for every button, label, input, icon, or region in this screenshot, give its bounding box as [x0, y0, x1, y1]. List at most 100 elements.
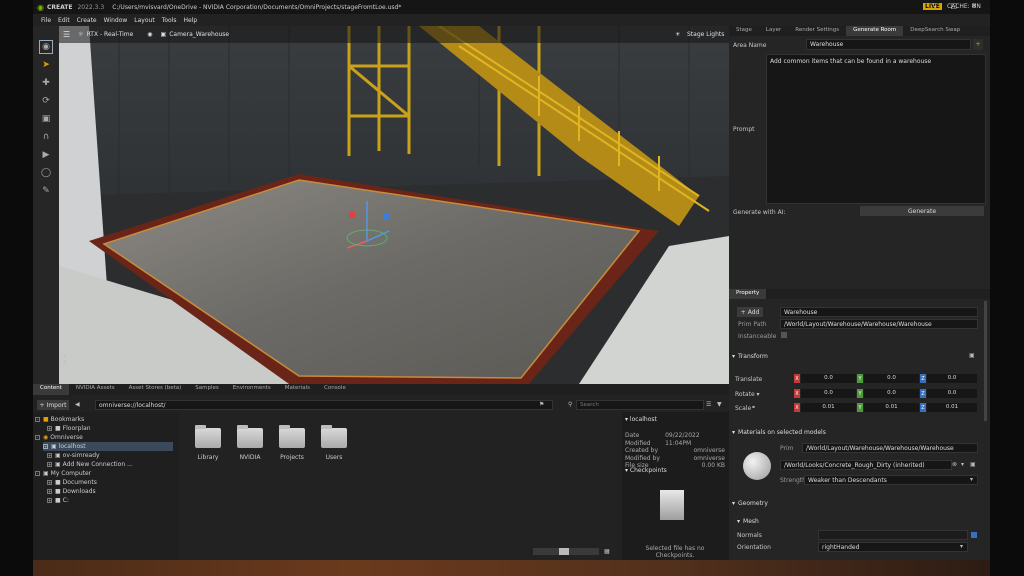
rotate-x-field[interactable]: 0.0 [801, 389, 856, 398]
expand-icon[interactable]: + [47, 480, 52, 485]
area-name-input[interactable]: Warehouse [806, 39, 971, 50]
folder-nvidia[interactable]: NVIDIA [235, 425, 265, 461]
expand-icon[interactable]: - [35, 417, 40, 422]
material-edit-icon[interactable]: ▣ [970, 461, 976, 468]
search-input[interactable] [576, 400, 704, 410]
menu-icon[interactable]: ☰ [63, 30, 70, 39]
prompt-textarea[interactable]: Add common items that can be found in a … [766, 54, 986, 204]
tree-item-documents[interactable]: + ■ Documents [47, 478, 97, 487]
menu-layout[interactable]: Layout [134, 17, 154, 24]
expand-icon[interactable]: + [47, 462, 52, 467]
orientation-dropdown[interactable]: rightHanded [818, 542, 968, 552]
maximize-icon[interactable]: □ [951, 2, 958, 10]
tab-property[interactable]: Property [729, 289, 767, 299]
tree-item-c-drive[interactable]: + ■ C: [47, 496, 69, 505]
stage-lights-menu[interactable]: Stage Lights [687, 31, 724, 38]
normals-field[interactable] [818, 530, 968, 540]
tab-stage[interactable]: Stage [729, 26, 759, 36]
filter-icon[interactable]: ▼ [717, 401, 722, 408]
close-icon[interactable]: ✕ [971, 2, 977, 10]
translate-x-field[interactable]: 0.0 [801, 374, 856, 383]
tab-console[interactable]: Console [317, 384, 353, 395]
rotate-z-field[interactable]: 0.0 [927, 389, 977, 398]
checkpoints-header[interactable]: ▾ Checkpoints [625, 467, 667, 474]
materials-section[interactable]: ▾ Materials on selected models [732, 427, 985, 437]
minimize-icon[interactable]: – [933, 2, 937, 10]
eye-icon[interactable]: ◉ [147, 31, 152, 38]
tree-item-bookmarks[interactable]: - ■ Bookmarks [35, 415, 84, 424]
rotate-y-field[interactable]: 0.0 [864, 389, 919, 398]
tab-materials[interactable]: Materials [278, 384, 317, 395]
menu-edit[interactable]: Edit [58, 17, 70, 24]
tab-environments[interactable]: Environments [226, 384, 278, 395]
menu-tools[interactable]: Tools [162, 17, 177, 24]
scale-y-field[interactable]: 0.01 [864, 403, 919, 412]
tree-item-omniverse[interactable]: - ◉ Omniverse [35, 433, 83, 442]
mesh-section[interactable]: ▾ Mesh [737, 516, 982, 526]
scale-icon[interactable]: ▣ [39, 112, 53, 126]
prim-path-field[interactable]: /World/Layout/Warehouse/Warehouse/Wareho… [780, 319, 978, 329]
physics-icon[interactable]: ◯ [39, 166, 53, 180]
menu-help[interactable]: Help [183, 17, 197, 24]
menu-file[interactable]: File [41, 17, 51, 24]
snap-icon[interactable]: ∩ [39, 130, 53, 144]
material-prim-field[interactable]: /World/Layout/Warehouse/Warehouse/Wareho… [802, 443, 978, 453]
camera-icon[interactable]: ◉ [39, 40, 53, 54]
rotate-icon[interactable]: ⟳ [39, 94, 53, 108]
thumbnail-size-slider[interactable] [533, 548, 599, 555]
import-button[interactable]: + Import [37, 400, 69, 410]
translate-y-field[interactable]: 0.0 [864, 374, 919, 383]
expand-icon[interactable]: + [47, 453, 52, 458]
strength-dropdown[interactable]: Weaker than Descendants [804, 475, 978, 485]
select-icon[interactable]: ➤ [39, 58, 53, 72]
add-button[interactable]: + Add [737, 307, 763, 317]
path-input[interactable]: omniverse://localhost/ [95, 400, 553, 410]
tab-layer[interactable]: Layer [759, 26, 788, 36]
transform-settings-icon[interactable]: ▣ [969, 352, 975, 359]
material-path-field[interactable]: /World/Looks/Concrete_Rough_Dirty (inher… [780, 460, 952, 470]
menu-window[interactable]: Window [104, 17, 128, 24]
translate-z-field[interactable]: 0.0 [927, 374, 977, 383]
tree-item-ov-simready[interactable]: + ▣ ov-simready [47, 451, 100, 460]
tab-content[interactable]: Content [33, 384, 69, 395]
paint-icon[interactable]: ✎ [39, 184, 53, 198]
folder-library[interactable]: Library [193, 425, 223, 461]
expand-icon[interactable]: + [47, 498, 52, 503]
info-header[interactable]: ▾ localhost [625, 416, 657, 423]
clear-icon[interactable]: ⊗ [952, 461, 957, 468]
right-scrollbar[interactable] [984, 301, 987, 421]
tree-item-my-computer[interactable]: - ▣ My Computer [35, 469, 91, 478]
generate-button[interactable]: Generate [860, 206, 984, 216]
expand-icon[interactable]: + [43, 444, 48, 449]
material-browse-icon[interactable]: ▾ [961, 461, 964, 468]
folder-projects[interactable]: Projects [277, 425, 307, 461]
tab-samples[interactable]: Samples [188, 384, 226, 395]
expand-icon[interactable]: + [47, 489, 52, 494]
tab-asset-stores[interactable]: Asset Stores (beta) [122, 384, 189, 395]
expand-icon[interactable]: + [47, 426, 52, 431]
renderer-menu[interactable]: RTX - Real-Time [87, 31, 134, 38]
tree-item-add-connection[interactable]: + ▣ Add New Connection ... [47, 460, 133, 469]
geometry-section[interactable]: ▾ Geometry [732, 498, 985, 508]
expand-icon[interactable]: - [35, 435, 40, 440]
list-view-icon[interactable]: ☰ [706, 401, 711, 408]
add-icon[interactable]: + [973, 39, 983, 50]
expand-icon[interactable]: - [35, 471, 40, 476]
scale-x-field[interactable]: 0.01 [801, 403, 856, 412]
menu-create[interactable]: Create [77, 17, 97, 24]
scale-z-field[interactable]: 0.01 [927, 403, 977, 412]
prim-name-input[interactable]: Warehouse [780, 307, 978, 317]
back-arrow-icon[interactable]: ◀ [75, 401, 80, 408]
link-icon[interactable]: ⚭ [751, 404, 756, 411]
bookmark-icon[interactable]: ⚑ [539, 401, 544, 408]
tree-item-localhost[interactable]: + ▣ localhost [43, 442, 173, 451]
viewport[interactable]: ☰ ☼ RTX - Real-Time ◉ ▣ Camera_Warehouse… [59, 26, 729, 384]
transform-section[interactable]: ▾ Transform [732, 351, 985, 361]
rotate-label[interactable]: Rotate ▾ [735, 391, 760, 398]
tree-item-downloads[interactable]: + ■ Downloads [47, 487, 96, 496]
play-icon[interactable]: ▶ [39, 148, 53, 162]
instanceable-checkbox[interactable] [781, 332, 787, 338]
tab-nvidia-assets[interactable]: NVIDIA Assets [69, 384, 122, 395]
camera-menu[interactable]: Camera_Warehouse [169, 31, 229, 38]
grid-view-icon[interactable]: ▦ [604, 548, 610, 555]
